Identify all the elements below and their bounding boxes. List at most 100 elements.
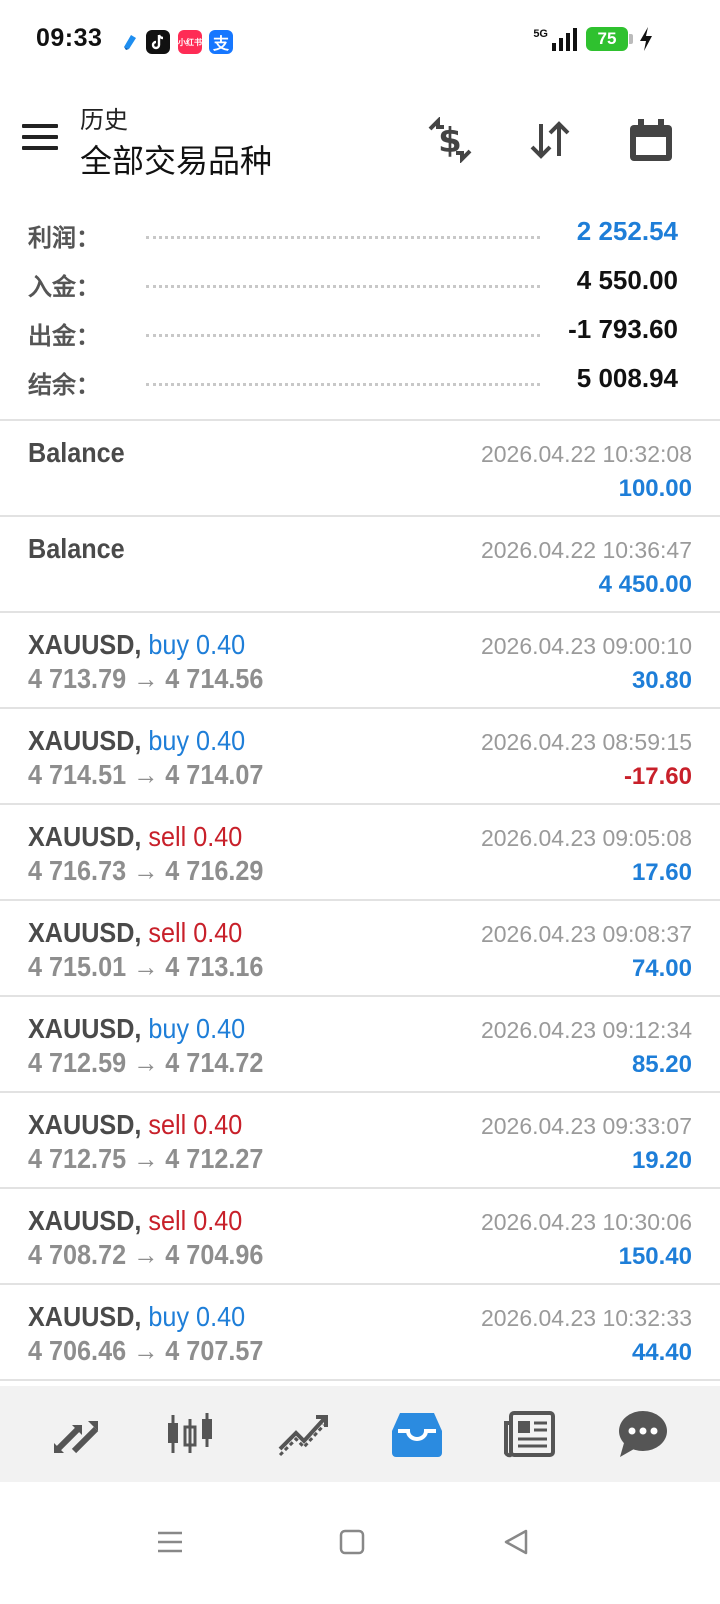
deal-symbol: XAUUSD, sell 0.40 [28,1205,243,1236]
deal-time: 2026.04.23 10:32:33 [480,1305,692,1331]
deal-profit: 100.00 [618,475,692,502]
deal-prices: 4 713.79 → 4 714.56 [28,663,264,694]
deal-row[interactable]: XAUUSD, buy 0.40 4 714.51 → 4 714.07 202… [0,709,720,805]
deal-row[interactable]: XAUUSD, buy 0.40 4 712.59 → 4 714.72 202… [0,997,720,1093]
back-button[interactable] [496,1522,536,1562]
deal-symbol: XAUUSD, sell 0.40 [28,821,243,852]
deal-symbol: XAUUSD, buy 0.40 [28,629,246,660]
app-blue-icon [118,30,142,54]
deal-profit: 4 450.00 [598,571,692,598]
deal-time: 2026.04.23 09:12:34 [480,1017,692,1043]
deal-time: 2026.04.22 10:32:08 [480,441,692,467]
deal-symbol: XAUUSD, buy 0.40 [28,1013,246,1044]
dotted-leader [146,236,540,239]
deal-prices: 4 712.75 → 4 712.27 [28,1143,264,1174]
deal-prices: 4 712.59 → 4 714.72 [28,1047,264,1078]
summary-balance-row: 结余： 5 008.94 [0,359,720,408]
tab-chat[interactable] [608,1399,678,1469]
summary-label: 利润： [28,224,100,252]
deal-profit: 17.60 [631,859,692,886]
deal-side: sell [148,917,187,948]
deal-prices: 4 706.46 → 4 707.57 [28,1335,264,1366]
sort-arrows-icon [530,121,570,159]
status-time: 09:33 [36,24,103,52]
deal-row[interactable]: XAUUSD, sell 0.40 4 708.72 → 4 704.96 20… [0,1189,720,1285]
deal-time: 2026.04.23 09:00:10 [480,633,692,659]
deal-volume: 0.40 [196,725,246,756]
deal-prices: 4 708.72 → 4 704.96 [28,1239,264,1270]
toolbar: 历史 全部交易品种 $ [0,90,720,190]
recents-nav-icon [158,1531,182,1553]
dotted-leader [146,334,540,337]
summary-value: -1 793.60 [568,314,678,344]
deal-row[interactable]: XAUUSD, sell 0.40 4 716.73 → 4 716.29 20… [0,805,720,901]
summary-panel: 利润： 2 252.54 入金： 4 550.00 出金： -1 793.60 … [0,212,720,408]
summary-value: 4 550.00 [576,265,678,295]
deal-profit: 150.40 [618,1243,692,1270]
deal-time: 2026.04.23 09:08:37 [480,921,692,947]
deal-row[interactable]: Balance 2026.04.22 10:36:47 4 450.00 [0,517,720,613]
deal-row[interactable]: XAUUSD, sell 0.40 4 712.75 → 4 712.27 20… [0,1093,720,1189]
status-bar: 09:33 小红书 支 5G 75 [0,0,720,80]
battery-level: 75 [597,29,617,48]
deal-symbol: XAUUSD, sell 0.40 [28,917,243,948]
deal-prices: 4 714.51 → 4 714.07 [28,759,264,790]
network-label: 5G [533,28,548,40]
deal-row[interactable]: XAUUSD, buy 0.40 4 706.46 → 4 707.57 202… [0,1285,720,1381]
deals-type-button[interactable]: $ [422,112,478,168]
deal-side: sell [148,1205,187,1236]
dotted-leader [146,285,540,288]
tab-history[interactable] [382,1399,452,1469]
deal-prices: 4 716.73 → 4 716.29 [28,855,264,886]
summary-deposit-row: 入金： 4 550.00 [0,261,720,310]
signal-icon [552,28,577,51]
alipay-label: 支 [212,34,229,53]
deal-volume: 0.40 [193,821,243,852]
deal-symbol: XAUUSD, buy 0.40 [28,1301,246,1332]
deal-volume: 0.40 [196,1301,246,1332]
tab-quotes[interactable] [42,1399,112,1469]
summary-label: 入金： [28,273,100,301]
summary-value: 5 008.94 [576,363,678,393]
chart-icon [167,1413,212,1453]
deal-profit: 30.80 [631,667,692,694]
deal-volume: 0.40 [193,917,243,948]
home-button[interactable] [332,1522,372,1562]
tab-chart[interactable] [155,1399,225,1469]
deals-list: Balance 2026.04.22 10:32:08 100.00 Balan… [0,421,720,1381]
deal-profit: -17.60 [623,763,692,790]
history-icon [391,1413,442,1457]
deal-side: buy [148,1013,190,1044]
deal-time: 2026.04.23 08:59:15 [480,729,692,755]
symbol-filter[interactable]: 全部交易品种 [80,136,272,182]
page-subtitle: 历史 [80,106,128,134]
deal-volume: 0.40 [193,1205,243,1236]
back-nav-icon [504,1529,528,1555]
deal-symbol: Balance [28,533,125,564]
deal-volume: 0.40 [196,1013,246,1044]
deal-profit: 85.20 [631,1051,692,1078]
deal-prices: 4 715.01 → 4 713.16 [28,951,264,982]
deal-time: 2026.04.22 10:36:47 [480,537,692,563]
deal-profit: 74.00 [631,955,692,982]
calendar-icon [630,119,672,161]
xiaohongshu-label: 小红书 [178,37,202,47]
deal-side: buy [148,725,190,756]
deal-row[interactable]: XAUUSD, sell 0.40 4 715.01 → 4 713.16 20… [0,901,720,997]
deal-row[interactable]: Balance 2026.04.22 10:32:08 100.00 [0,421,720,517]
recents-button[interactable] [150,1522,190,1562]
menu-button[interactable] [22,124,58,152]
dollar-exchange-icon: $ [428,117,472,163]
tab-trade[interactable] [268,1399,338,1469]
summary-label: 出金： [28,322,100,350]
deal-volume: 0.40 [196,629,246,660]
tiktok-icon [146,30,170,54]
deal-row[interactable]: XAUUSD, buy 0.40 4 713.79 → 4 714.56 202… [0,613,720,709]
tab-news[interactable] [495,1399,565,1469]
charging-icon [640,27,652,51]
deal-symbol: Balance [28,437,125,468]
deal-time: 2026.04.23 09:05:08 [480,825,692,851]
deal-symbol: XAUUSD, buy 0.40 [28,725,246,756]
calendar-button[interactable] [623,112,679,168]
sort-button[interactable] [522,112,578,168]
